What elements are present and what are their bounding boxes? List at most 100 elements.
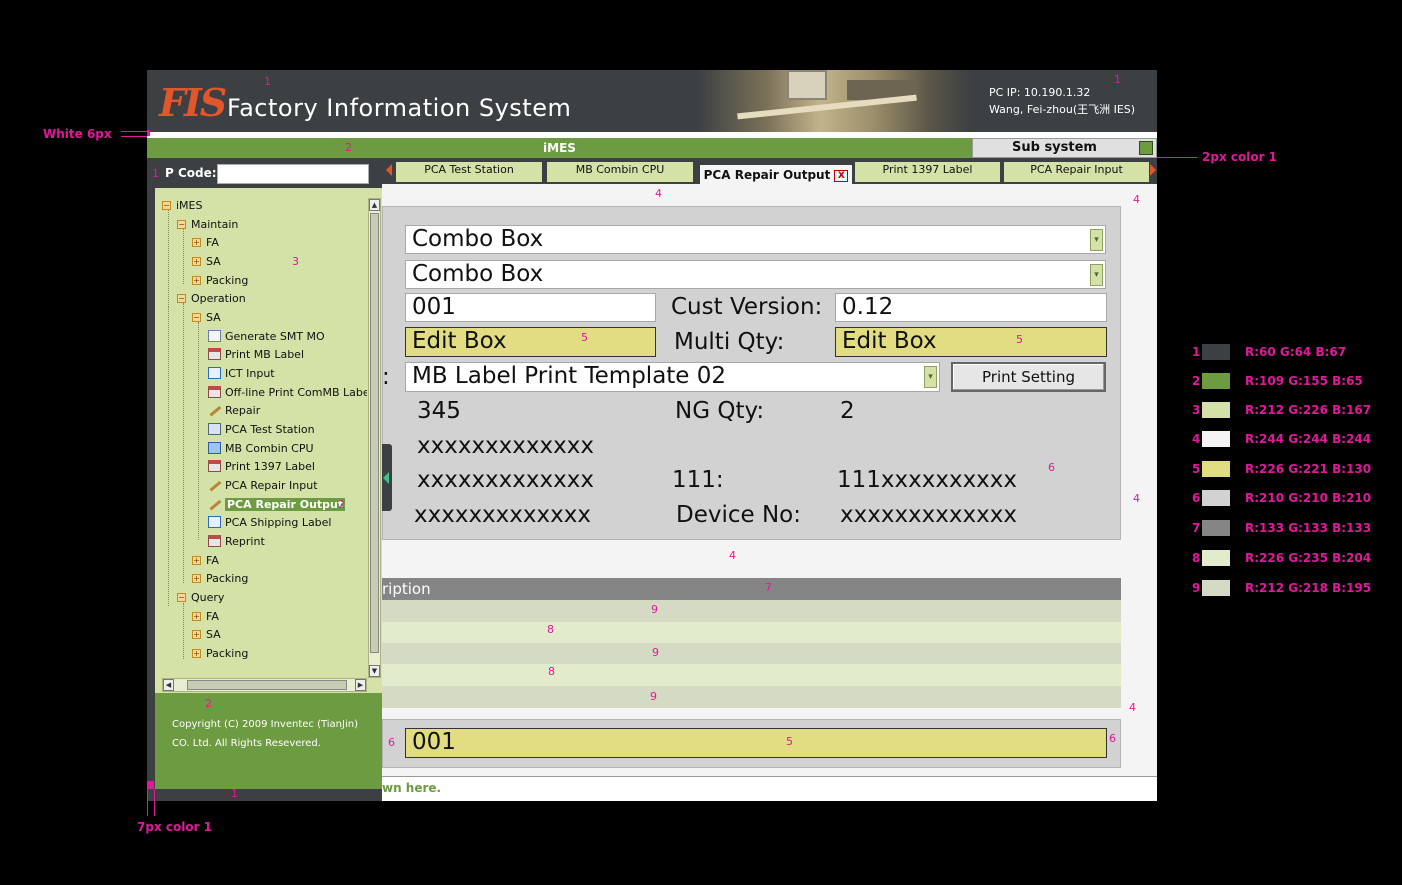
scroll-right-icon[interactable]: ▶ <box>355 679 366 691</box>
tree-item-print-1397-label[interactable]: Print 1397 Label <box>208 459 315 475</box>
printer-icon <box>208 460 221 472</box>
collapse-icon: − <box>162 200 171 210</box>
tab-print-1397-label[interactable]: Print 1397 Label <box>855 162 1000 182</box>
scroll-thumb[interactable] <box>370 213 379 653</box>
marker: 5 <box>1016 333 1023 346</box>
status-bar <box>382 776 1157 801</box>
scroll-thumb[interactable] <box>187 680 347 690</box>
window-icon <box>208 442 221 454</box>
annotation-white-6px: White 6px <box>43 127 112 141</box>
marker: 2 <box>338 498 345 511</box>
bottom-input[interactable]: 001 <box>405 728 1107 758</box>
multi-qty-label: Multi Qty: <box>674 329 785 355</box>
print-setting-button[interactable]: Print Setting <box>951 362 1106 392</box>
tree-node-maintain-fa[interactable]: + FA <box>192 235 219 251</box>
pcode-input[interactable] <box>217 164 369 184</box>
combo-box-1[interactable]: Combo Box ▾ <box>405 225 1106 254</box>
marker: 2 <box>345 141 352 154</box>
combo-box-2[interactable]: Combo Box ▾ <box>405 260 1106 289</box>
chevron-down-icon[interactable]: ▾ <box>1090 264 1103 286</box>
tree-item-ict-input[interactable]: ICT Input <box>208 366 275 382</box>
tree-item-pca-repair-output[interactable]: PCA Repair Output <box>207 497 346 513</box>
scroll-down-icon[interactable]: ▼ <box>369 665 380 677</box>
tree-node-maintain[interactable]: − Maintain <box>177 217 238 233</box>
close-icon[interactable]: X <box>834 169 849 182</box>
tree-item-generate-smt-mo[interactable]: Generate SMT MO <box>208 329 325 345</box>
printer-icon <box>208 535 221 547</box>
system-name: iMES <box>543 141 576 155</box>
app-header: FIS Factory Information System PC IP: 10… <box>147 70 1157 132</box>
expand-icon: + <box>192 629 201 639</box>
legend-rgb-text: R:109 G:155 B:65 <box>1245 374 1363 388</box>
label-111: 111: <box>672 467 724 493</box>
tab-scroll-right-icon[interactable] <box>1150 164 1156 176</box>
cust-version-label: Cust Version: <box>671 294 823 320</box>
marker: 4 <box>1133 193 1140 206</box>
value-111: 111xxxxxxxxxx <box>837 467 1018 493</box>
tree-node-query-sa[interactable]: + SA <box>192 627 221 643</box>
tree-node-query-packing[interactable]: + Packing <box>192 646 248 662</box>
annotation-line <box>121 131 147 132</box>
tree-node-maintain-sa[interactable]: + SA <box>192 254 221 270</box>
scroll-up-icon[interactable]: ▲ <box>369 199 380 211</box>
scroll-left-icon[interactable]: ◀ <box>163 679 174 691</box>
tree-item-repair[interactable]: Repair <box>207 403 260 419</box>
legend-rgb-text: R:60 G:64 B:67 <box>1245 345 1347 359</box>
tab-pca-test-station[interactable]: PCA Test Station <box>396 162 542 182</box>
table-row[interactable] <box>382 622 1121 644</box>
subsystem-button[interactable]: Sub system <box>972 138 1157 158</box>
tree-node-operation-packing[interactable]: + Packing <box>192 571 248 587</box>
marker: 9 <box>650 690 657 703</box>
tree-item-print-mb-label[interactable]: Print MB Label <box>208 347 304 363</box>
tree-item-offline-print[interactable]: Off-line Print ComMB Labe <box>208 385 367 401</box>
tree-item-pca-shipping-label[interactable]: PCA Shipping Label <box>208 515 332 531</box>
tree-vertical-scrollbar[interactable]: ▲ ▼ <box>368 198 381 678</box>
chevron-down-icon[interactable]: ▾ <box>924 366 937 388</box>
legend-number: 3 <box>1192 403 1201 417</box>
expand-icon: + <box>192 573 201 583</box>
legend-swatch <box>1202 461 1230 477</box>
tree-item-pca-repair-input[interactable]: PCA Repair Input <box>207 478 318 494</box>
cust-version-field[interactable]: 0.12 <box>835 293 1107 322</box>
marker: 8 <box>547 623 554 636</box>
tab-pca-repair-output[interactable]: PCA Repair Output X <box>700 165 852 186</box>
tree-node-imes[interactable]: − iMES <box>162 198 202 214</box>
collapse-panel-button[interactable] <box>382 444 392 511</box>
tree-node-operation-sa[interactable]: − SA <box>192 310 221 326</box>
tree-node-operation[interactable]: − Operation <box>177 291 246 307</box>
tree-node-query[interactable]: − Query <box>177 590 224 606</box>
chevron-down-icon[interactable]: ▾ <box>1090 229 1103 251</box>
table-row[interactable] <box>382 686 1121 708</box>
legend-number: 8 <box>1192 551 1201 565</box>
legend-number: 7 <box>1192 521 1201 535</box>
print-template-select[interactable]: MB Label Print Template 02 ▾ <box>405 362 940 392</box>
annotation-line <box>1157 157 1197 158</box>
legend-number: 5 <box>1192 462 1201 476</box>
menu-tree: − iMES − Maintain + FA + SA + Packing − Operat… <box>160 196 367 671</box>
table-row[interactable] <box>382 643 1121 665</box>
tab-pca-repair-input[interactable]: PCA Repair Input <box>1004 162 1149 182</box>
tree-item-pca-test-station[interactable]: PCA Test Station <box>208 422 315 438</box>
tree-node-maintain-packing[interactable]: + Packing <box>192 273 248 289</box>
legend-number: 9 <box>1192 581 1201 595</box>
expand-icon: + <box>192 555 201 565</box>
grid-header-description[interactable]: ription <box>382 580 431 598</box>
multi-qty-field[interactable]: Edit Box <box>835 327 1107 357</box>
table-row[interactable] <box>382 664 1121 686</box>
tree-item-reprint[interactable]: Reprint <box>208 534 265 550</box>
tab-scroll-left-icon[interactable] <box>386 164 392 176</box>
collapse-icon: − <box>177 592 186 602</box>
tree-item-mb-combin-cpu[interactable]: MB Combin CPU <box>208 441 314 457</box>
tree-node-operation-fa[interactable]: + FA <box>192 553 219 569</box>
wrench-icon <box>207 403 222 417</box>
field-001[interactable]: 001 <box>405 293 656 322</box>
tab-mb-combin-cpu[interactable]: MB Combin CPU <box>547 162 693 182</box>
edit-box-1[interactable]: Edit Box <box>405 327 656 357</box>
legend-number: 6 <box>1192 491 1201 505</box>
legend-rgb-text: R:212 G:226 B:167 <box>1245 403 1372 417</box>
table-row[interactable] <box>382 600 1121 622</box>
collapse-icon: − <box>177 293 186 303</box>
tree-horizontal-scrollbar[interactable]: ◀ ▶ <box>162 678 367 692</box>
system-bar: iMES <box>147 138 972 158</box>
tree-node-query-fa[interactable]: + FA <box>192 609 219 625</box>
